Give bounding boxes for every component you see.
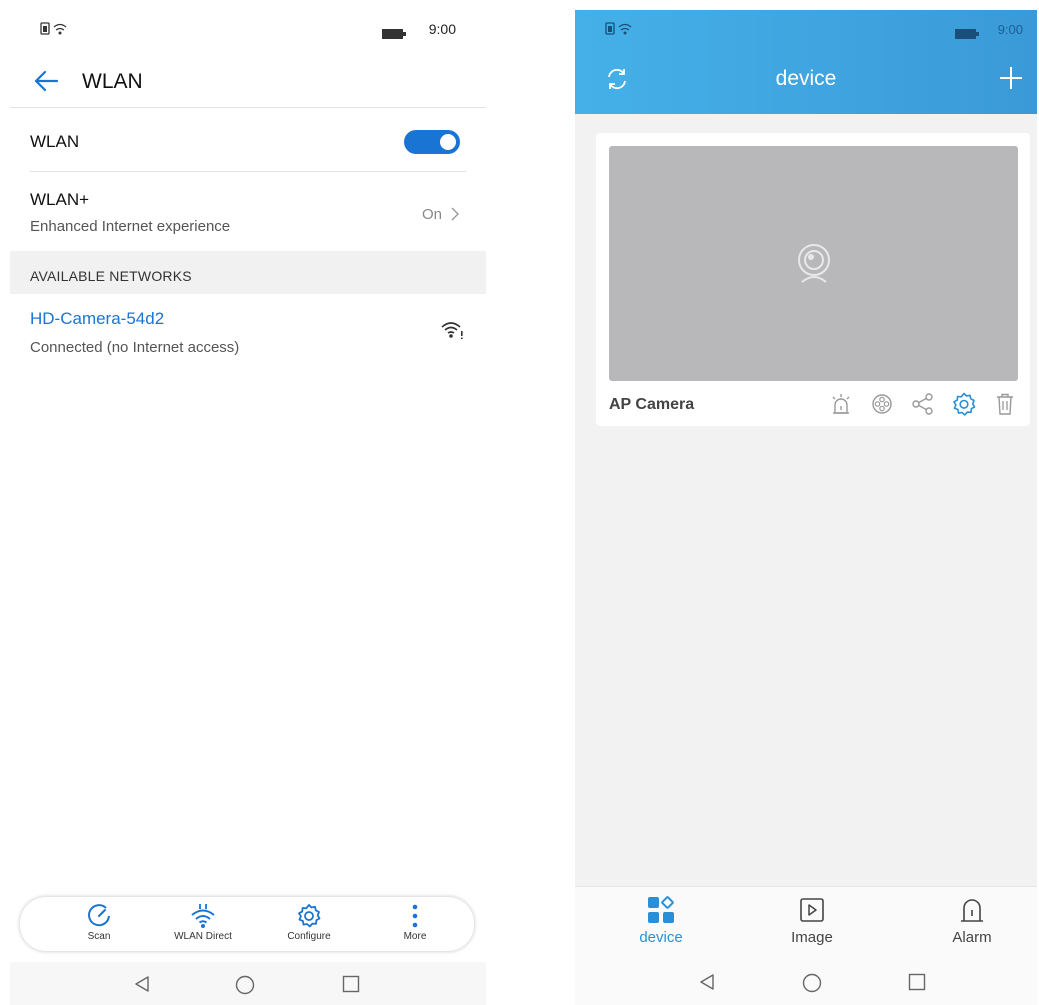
tab-device[interactable]: device (611, 895, 711, 946)
more-button[interactable]: More (370, 903, 460, 942)
battery-icon (955, 26, 979, 44)
bottom-tab-bar: device Image Alarm (575, 886, 1037, 960)
wlan-toolbar: Scan WLAN Direct Configure More (20, 897, 474, 951)
nav-recents-icon[interactable] (908, 973, 926, 996)
wlan-plus-row[interactable]: WLAN+ Enhanced Internet experience On (10, 172, 486, 250)
status-time: 9:00 (997, 22, 1023, 37)
wlan-plus-label: WLAN+ (30, 190, 90, 209)
section-title: AVAILABLE NETWORKS (30, 268, 192, 284)
system-nav-bar (575, 960, 1037, 1005)
available-networks-header: AVAILABLE NETWORKS (10, 251, 486, 294)
share-icon[interactable] (910, 391, 936, 419)
toggle-knob (440, 134, 456, 150)
back-arrow-icon[interactable] (32, 68, 60, 99)
tab-image-label: Image (791, 929, 833, 946)
wlan-direct-icon (158, 903, 248, 929)
alarm-bell-icon (922, 895, 1022, 925)
sim-wifi-status-icon (605, 22, 635, 41)
network-status: Connected (no Internet access) (30, 339, 240, 356)
settings-icon[interactable] (951, 391, 977, 419)
chevron-right-icon (450, 206, 460, 227)
tab-image[interactable]: Image (762, 895, 862, 946)
tab-device-label: device (639, 929, 683, 946)
more-vertical-icon (370, 903, 460, 929)
device-actions (828, 391, 1018, 419)
app-bar: WLAN (10, 56, 486, 108)
gear-icon (264, 903, 354, 929)
wlan-plus-subtitle: Enhanced Internet experience (30, 218, 231, 235)
trash-icon[interactable] (992, 391, 1018, 419)
page-title: WLAN (82, 70, 143, 93)
playback-reel-icon[interactable] (869, 391, 895, 419)
more-label: More (403, 931, 427, 942)
wlan-label: WLAN (30, 132, 80, 151)
status-time: 9:00 (428, 21, 456, 37)
play-box-icon (762, 895, 862, 925)
network-item[interactable]: HD-Camera-54d2 Connected (no Internet ac… (10, 294, 486, 368)
header-title: device (775, 67, 837, 90)
wlan-direct-button[interactable]: WLAN Direct (158, 903, 248, 942)
scan-label: Scan (87, 931, 111, 942)
nav-home-icon[interactable] (802, 973, 822, 998)
wlan-toggle-row[interactable]: WLAN (10, 108, 486, 172)
wlan-settings-screen: 9:00 WLAN WLAN WLAN+ Enhanced Internet e… (10, 0, 486, 1005)
camera-placeholder-icon (792, 242, 836, 291)
configure-button[interactable]: Configure (264, 903, 354, 942)
nav-home-icon[interactable] (235, 975, 255, 1000)
device-list-screen: 9:00 device AP Camera device Image Alarm (575, 10, 1037, 1005)
status-bar: 9:00 (10, 0, 486, 56)
tab-alarm[interactable]: Alarm (922, 895, 1022, 946)
nav-back-icon[interactable] (698, 973, 716, 996)
tab-alarm-label: Alarm (952, 929, 992, 946)
device-card[interactable]: AP Camera (596, 133, 1030, 426)
add-icon[interactable] (999, 66, 1023, 95)
wlan-plus-value: On (421, 206, 442, 223)
sim-wifi-status-icon (40, 22, 70, 41)
alarm-icon[interactable] (828, 391, 854, 419)
network-name: HD-Camera-54d2 (30, 309, 165, 328)
app-header: 9:00 device (575, 10, 1037, 114)
wlan-toggle-switch[interactable] (404, 130, 460, 154)
nav-back-icon[interactable] (133, 975, 151, 998)
scan-button[interactable]: Scan (54, 903, 144, 942)
battery-icon (382, 26, 406, 44)
device-name: AP Camera (609, 396, 695, 413)
scan-icon (54, 903, 144, 929)
wifi-signal-warning-icon (440, 320, 464, 345)
device-grid-icon (611, 895, 711, 925)
configure-label: Configure (287, 931, 331, 942)
system-nav-bar (10, 962, 486, 1005)
wlan-direct-label: WLAN Direct (174, 931, 232, 942)
camera-preview[interactable] (609, 146, 1018, 381)
nav-recents-icon[interactable] (342, 975, 360, 998)
